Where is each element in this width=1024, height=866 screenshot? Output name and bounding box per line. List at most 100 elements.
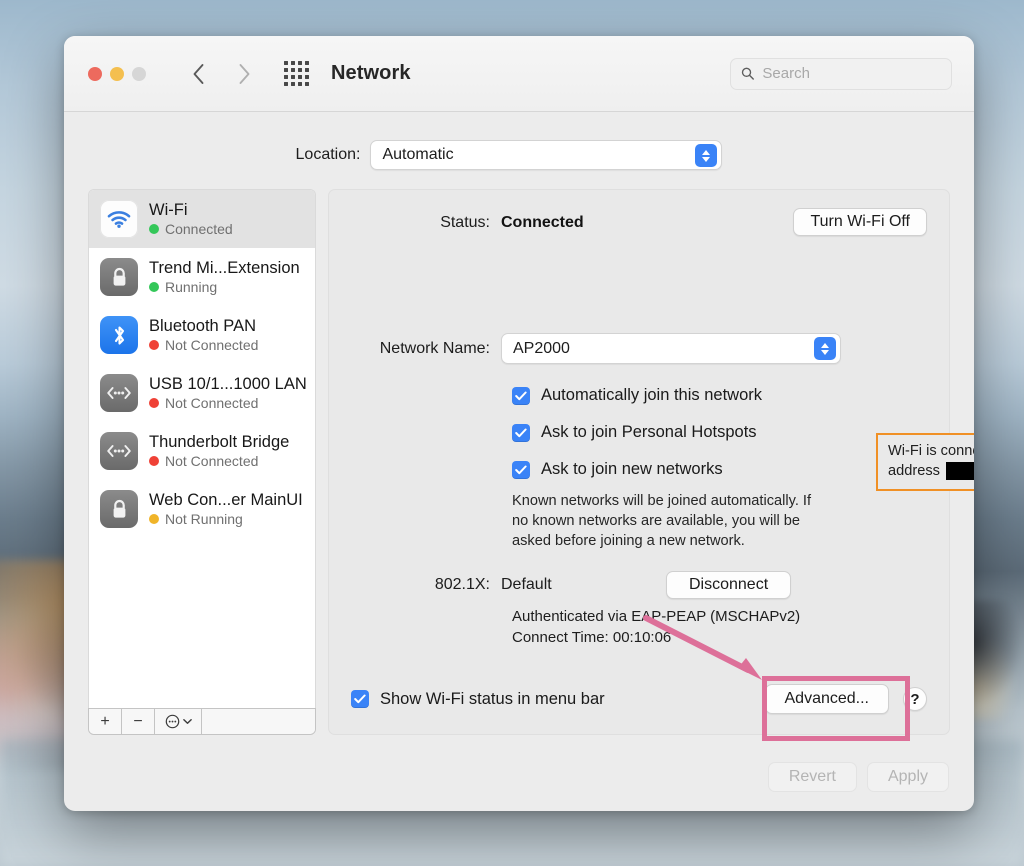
sidebar-item-name: Thunderbolt Bridge [149,433,289,452]
wifi-settings-panel: Status: Connected Turn Wi-Fi Off Wi-Fi i… [328,189,950,735]
sidebar-item-text: Bluetooth PAN Not Connected [149,317,258,354]
chevron-right-icon [238,63,251,85]
checkbox-row-new-networks[interactable]: Ask to join new networks [501,460,927,479]
checkmark-icon [515,465,527,475]
services-list: Wi-Fi Connected [88,189,316,708]
search-icon [741,66,754,81]
turn-wifi-off-button[interactable]: Turn Wi-Fi Off [793,208,927,236]
chevron-down-icon [183,718,192,725]
sidebar-item-text: USB 10/1...1000 LAN Not Connected [149,375,305,412]
sidebar-item-trend-micro-extension[interactable]: Trend Mi...Extension Running [89,248,315,306]
status-text: Not Connected [165,453,258,469]
connection-info-line2: address [888,463,940,479]
traffic-light-group [88,67,146,81]
sidebar-item-web-console-mainui[interactable]: Web Con...er MainUI Not Running [89,480,315,538]
checkbox-menubar-status[interactable] [351,690,369,708]
sidebar-item-text: Trend Mi...Extension Running [149,259,300,296]
zoom-button[interactable] [132,67,146,81]
sidebar-item-status: Not Connected [149,337,258,353]
sidebar-item-text: Web Con...er MainUI Not Running [149,491,303,528]
connect-time-line: Connect Time: 00:10:06 [512,628,927,649]
sidebar-item-name: Trend Mi...Extension [149,259,300,278]
status-dot [149,456,159,466]
sidebar-item-name: USB 10/1...1000 LAN [149,375,305,394]
checkbox-row-hotspots[interactable]: Ask to join Personal Hotspots [501,423,927,442]
status-dot [149,282,159,292]
desktop-background: Network Location: Automatic [0,0,1024,866]
remove-service-button[interactable]: − [122,709,155,734]
window-body: Location: Automatic [64,112,974,811]
page-title: Network [331,62,411,85]
sidebar-item-thunderbolt-bridge[interactable]: Thunderbolt Bridge Not Connected [89,422,315,480]
chevron-left-icon [192,63,205,85]
status-text: Running [165,279,217,295]
toolbar-spacer [202,709,315,734]
search-input[interactable] [762,65,941,82]
revert-button[interactable]: Revert [768,762,857,792]
search-field[interactable] [730,58,952,90]
services-toolbar: + − [88,708,316,735]
main-split: Wi-Fi Connected [88,189,950,735]
sidebar-item-bluetooth-pan[interactable]: Bluetooth PAN Not Connected [89,306,315,364]
location-value: Automatic [382,146,453,164]
checkbox-hotspots[interactable] [512,424,530,442]
checkmark-icon [354,694,366,704]
help-button[interactable]: ? [903,687,927,711]
auth-method-line: Authenticated via EAP-PEAP (MSCHAPv2) [512,607,927,628]
checkbox-label-hotspots: Ask to join Personal Hotspots [541,423,757,442]
checkbox-label-new-networks: Ask to join new networks [541,460,723,479]
disconnect-button[interactable]: Disconnect [666,571,791,599]
minimize-button[interactable] [110,67,124,81]
checkbox-new-networks[interactable] [512,461,530,479]
close-button[interactable] [88,67,102,81]
status-dot [149,514,159,524]
connection-info-box: Wi-Fi is connected to AP2000 and has the… [876,433,974,491]
checkbox-auto-join[interactable] [512,387,530,405]
services-sidebar-wrapper: Wi-Fi Connected [88,189,316,735]
sidebar-item-status: Connected [149,221,233,237]
grid-apps-icon[interactable] [284,61,309,86]
status-dot [149,398,159,408]
authentication-info: Authenticated via EAP-PEAP (MSCHAPv2) Co… [512,607,927,648]
service-actions-button[interactable] [155,709,202,734]
sidebar-item-wifi[interactable]: Wi-Fi Connected [89,190,315,248]
advanced-button[interactable]: Advanced... [765,684,890,714]
ethernet-icon [100,374,138,412]
status-dot [149,340,159,350]
network-name-row: Network Name: AP2000 [351,333,927,364]
back-button[interactable] [184,59,212,89]
checkbox-label-menubar-status: Show Wi-Fi status in menu bar [380,690,605,709]
lock-icon [100,258,138,296]
checkmark-icon [515,391,527,401]
status-value: Connected [501,214,584,232]
bluetooth-icon [100,316,138,354]
connection-info-line1: Wi-Fi is connected to AP2000 and has the… [888,443,974,459]
dot1x-label: 802.1X: [351,572,501,598]
window-footer-actions: Revert Apply [768,762,949,792]
ethernet-icon [100,432,138,470]
sidebar-item-usb-lan[interactable]: USB 10/1...1000 LAN Not Connected [89,364,315,422]
networks-help-text: Known networks will be joined automatica… [512,492,822,552]
status-text: Not Connected [165,395,258,411]
sidebar-item-status: Not Running [149,511,303,527]
location-dropdown[interactable]: Automatic [370,140,722,170]
ip-address-redaction [946,462,974,480]
panel-bottom-actions: Advanced... ? [765,684,928,714]
status-text: Not Connected [165,337,258,353]
location-row: Location: Automatic [68,112,950,170]
sidebar-item-name: Web Con...er MainUI [149,491,303,510]
network-name-dropdown[interactable]: AP2000 [501,333,841,364]
add-service-button[interactable]: + [89,709,122,734]
apply-button[interactable]: Apply [867,762,949,792]
forward-button[interactable] [230,59,258,89]
dot1x-row: 802.1X: Default Disconnect [351,571,927,599]
more-options-icon [165,714,180,729]
sidebar-item-name: Wi-Fi [149,201,233,220]
checkmark-icon [515,428,527,438]
status-text: Connected [165,221,233,237]
checkbox-row-auto-join[interactable]: Automatically join this network [501,386,927,405]
checkbox-row-menubar-status[interactable]: Show Wi-Fi status in menu bar [351,690,605,709]
status-text: Not Running [165,511,243,527]
network-name-value: AP2000 [513,340,570,358]
status-dot [149,224,159,234]
